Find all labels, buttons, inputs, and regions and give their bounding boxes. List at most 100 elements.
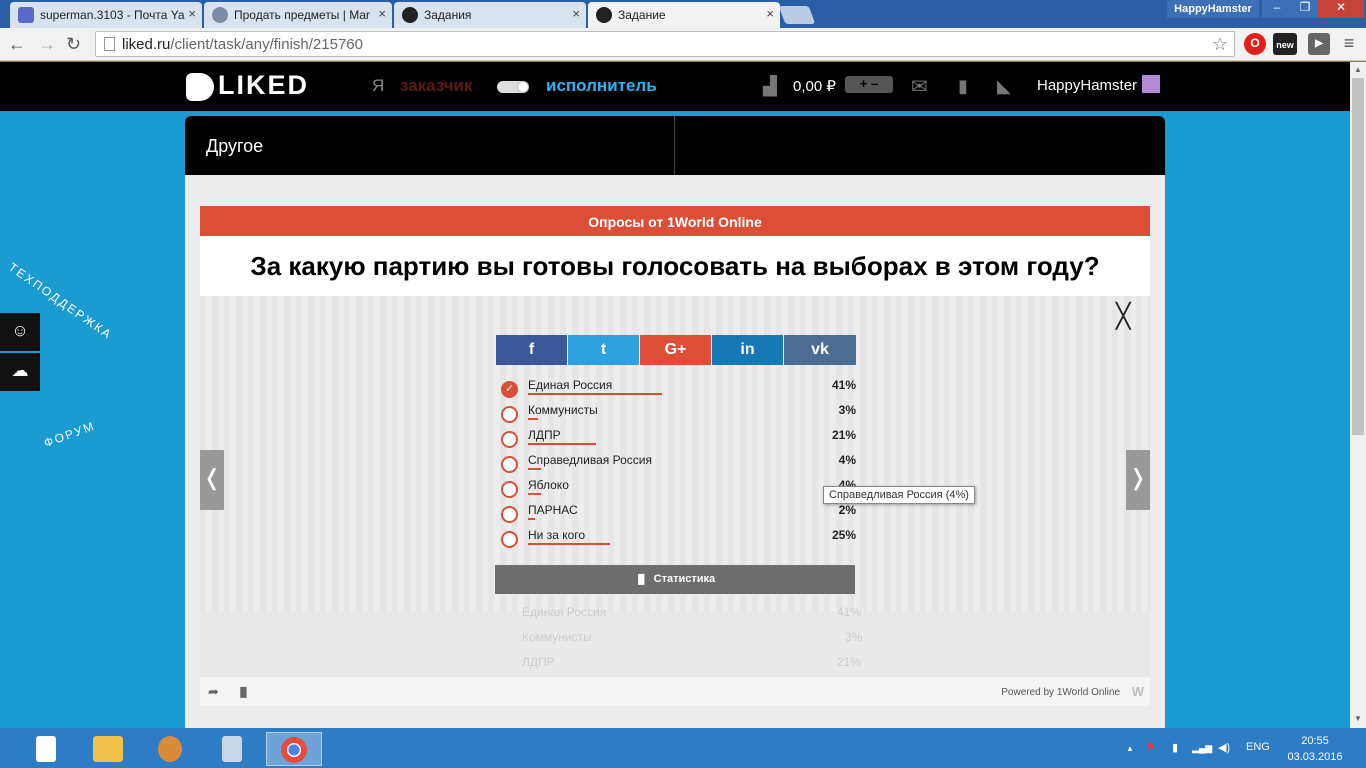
close-icon[interactable]: × [572, 6, 580, 21]
scrollbar-thumb[interactable] [1352, 78, 1364, 435]
window-close-button[interactable]: ✕ [1318, 0, 1364, 18]
paint-app[interactable] [142, 732, 198, 766]
battery-icon[interactable]: ▮ [1172, 741, 1178, 754]
tray-expand-icon[interactable]: ▲ [1126, 744, 1134, 753]
forum-button[interactable]: ☁ [0, 353, 40, 391]
poll-option-bar [528, 543, 610, 545]
tab-title: Задания [424, 8, 472, 22]
ghost-percent: 3% [845, 630, 863, 644]
window-user-badge[interactable]: HappyHamster [1167, 0, 1259, 18]
google-plus-share-button[interactable]: G+ [640, 335, 711, 365]
back-button[interactable]: ← [8, 34, 26, 55]
poll-option-label: ПАРНАС [528, 503, 578, 517]
page-icon [104, 37, 115, 51]
radio-icon[interactable] [501, 481, 518, 498]
poll-option[interactable]: Яблоко 4% [496, 476, 856, 501]
liked-logo[interactable]: LIKED [186, 70, 309, 101]
statistics-button[interactable]: ▐▌ Статистика [495, 565, 855, 594]
radio-icon[interactable] [501, 531, 518, 548]
poll-question: За какую партию вы готовы голосовать на … [200, 236, 1150, 296]
reload-button[interactable]: ↻ [66, 34, 81, 55]
role-customer[interactable]: заказчик [400, 76, 472, 96]
chrome-app[interactable] [266, 732, 322, 766]
close-icon[interactable]: × [378, 6, 386, 21]
poll-option[interactable]: Справедливая Россия 4% [496, 451, 856, 476]
tab-tasks[interactable]: Задания × [394, 2, 586, 28]
poll-option[interactable]: ЛДПР 21% [496, 426, 856, 451]
role-toggle[interactable] [497, 81, 529, 93]
scroll-down-icon[interactable]: ▼ [1354, 714, 1362, 723]
menu-icon[interactable]: ≡ [1338, 33, 1360, 55]
browser-tab-strip: superman.3103 - Почта Ya × Продать предм… [0, 0, 1366, 28]
minimize-button[interactable]: – [1262, 0, 1292, 18]
address-bar[interactable]: liked.ru/client/task/any/finish/215760 ☆ [95, 31, 1235, 57]
network-icon[interactable]: ▂▄▆ [1192, 743, 1212, 754]
poll-option-percent: 25% [831, 528, 856, 542]
new-tab-button[interactable] [778, 6, 816, 24]
share-icon[interactable]: ➦ [208, 684, 219, 700]
balance-plus-minus-button[interactable]: + – [845, 76, 893, 93]
tab-mail[interactable]: superman.3103 - Почта Ya × [10, 2, 202, 28]
tab-sell-items[interactable]: Продать предметы | Mar × [204, 2, 392, 28]
tab-title: Задание [618, 8, 666, 22]
linkedin-share-button[interactable]: in [712, 335, 783, 365]
chrome-icon [281, 737, 307, 763]
new-extension-icon[interactable]: new [1273, 33, 1297, 55]
poll-option-label: Единая Россия [528, 378, 613, 392]
username[interactable]: HappyHamster [1037, 77, 1137, 94]
vk-share-button[interactable]: vk [784, 335, 856, 365]
forward-button[interactable]: → [38, 34, 56, 55]
radio-icon[interactable] [501, 406, 518, 423]
stats-icon[interactable]: ▐▌ [237, 687, 250, 697]
poll-option[interactable]: ✓ Единая Россия 41% [496, 376, 856, 401]
explorer-app[interactable] [80, 732, 136, 766]
role-executor[interactable]: исполнитель [546, 76, 657, 96]
maximize-button[interactable]: ❐ [1292, 0, 1318, 18]
ghost-label: Коммунисты [522, 630, 592, 644]
action-center-icon[interactable]: ⚑ [1146, 741, 1156, 754]
poll-option-percent: 4% [838, 453, 856, 467]
poll-option-label: Коммунисты [528, 403, 598, 417]
page-scrollbar[interactable]: ▲ ▼ [1350, 62, 1366, 728]
task-panel-header: Другое [185, 116, 1165, 175]
radio-icon[interactable] [501, 456, 518, 473]
bookmark-star-icon[interactable]: ☆ [1212, 34, 1228, 55]
language-indicator[interactable]: ENG [1246, 741, 1270, 753]
scroll-up-icon[interactable]: ▲ [1354, 65, 1362, 74]
prev-arrow-button[interactable]: ❬ [200, 450, 224, 510]
support-button[interactable]: ☺ [0, 313, 40, 351]
taskbar-clock[interactable]: 20:55 03.03.2016 [1286, 733, 1344, 765]
calculator-icon [222, 736, 242, 762]
facebook-share-button[interactable]: f [496, 335, 567, 365]
task-category: Другое [206, 136, 264, 156]
avatar[interactable] [1142, 75, 1160, 93]
file-app[interactable] [18, 732, 74, 766]
close-icon[interactable]: ╳ [1116, 302, 1130, 331]
url-path: /client/task/any/finish/215760 [170, 36, 363, 53]
radio-icon[interactable] [501, 506, 518, 523]
paint-icon [158, 736, 182, 762]
chat-bubble-icon: ☁ [11, 361, 29, 380]
trash-icon[interactable]: ▮ [958, 76, 968, 97]
next-arrow-button[interactable]: ❭ [1126, 450, 1150, 510]
twitter-share-button[interactable]: t [568, 335, 639, 365]
opera-extension-icon[interactable]: O [1244, 33, 1266, 55]
volume-icon[interactable]: ◀) [1218, 741, 1230, 754]
poll-option[interactable]: Коммунисты 3% [496, 401, 856, 426]
1world-logo-icon[interactable]: W [1132, 684, 1144, 699]
radio-icon[interactable] [501, 431, 518, 448]
clock-time: 20:55 [1301, 735, 1329, 747]
poll-option[interactable]: Ни за кого 25% [496, 526, 856, 551]
calculator-app[interactable] [204, 732, 260, 766]
close-icon[interactable]: × [766, 6, 774, 21]
basket-icon[interactable]: ◣ [997, 76, 1011, 97]
forum-label[interactable]: ФОРУМ [42, 419, 97, 451]
file-icon [36, 736, 56, 762]
forward-extension-icon[interactable]: ▶ [1308, 33, 1330, 55]
powered-by[interactable]: Powered by 1World Online [1001, 687, 1120, 698]
check-icon[interactable]: ✓ [501, 381, 518, 398]
tab-task[interactable]: Задание × [588, 2, 780, 28]
poll-option[interactable]: ПАРНАС 2% [496, 501, 856, 526]
mail-icon[interactable]: ✉ [911, 74, 928, 99]
close-icon[interactable]: × [188, 6, 196, 21]
